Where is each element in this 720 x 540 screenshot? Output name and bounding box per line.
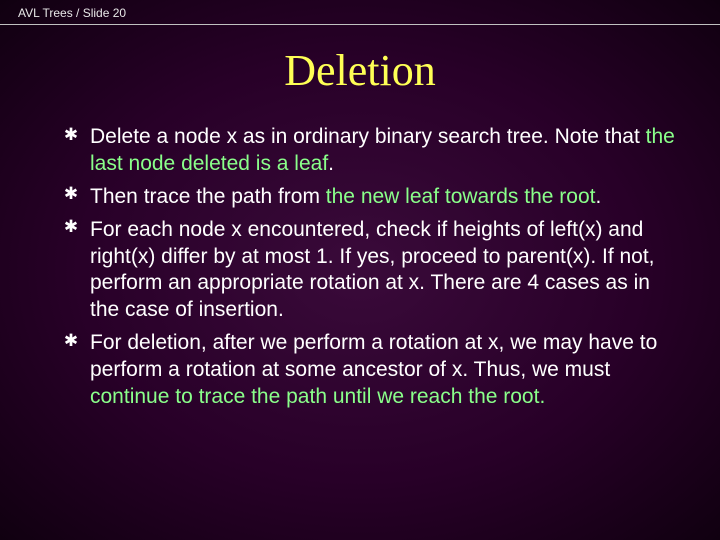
- bullet-item: ✱ Delete a node x as in ordinary binary s…: [64, 124, 684, 178]
- slide-title: Deletion: [0, 45, 720, 96]
- bullet-text: For deletion, after we perform a rotatio…: [90, 331, 657, 408]
- slide: AVL Trees / Slide 20 Deletion ✱ Delete a …: [0, 0, 720, 540]
- slide-body: ✱ Delete a node x as in ordinary binary s…: [0, 124, 720, 411]
- bullet-item: ✱ For each node x encountered, check if h…: [64, 217, 684, 325]
- bullet-item: ✱ Then trace the path from the new leaf t…: [64, 184, 684, 211]
- bullet-marker-icon: ✱: [64, 127, 78, 141]
- bullet-item: ✱ For deletion, after we perform a rotati…: [64, 330, 684, 411]
- bullet-text: For each node x encountered, check if he…: [90, 218, 655, 322]
- bullet-marker-icon: ✱: [64, 333, 78, 347]
- slide-header: AVL Trees / Slide 20: [0, 0, 720, 20]
- bullet-marker-icon: ✱: [64, 187, 78, 201]
- plain-text: .: [328, 152, 334, 175]
- plain-text: For each node x encountered, check if he…: [90, 218, 655, 322]
- highlight-text: continue to trace the path until we reac…: [90, 385, 545, 408]
- plain-text: Then trace the path from: [90, 185, 326, 208]
- bullet-text: Then trace the path from the new leaf to…: [90, 185, 601, 208]
- bullet-marker-icon: ✱: [64, 220, 78, 234]
- highlight-text: the new leaf towards the root: [326, 185, 596, 208]
- plain-text: .: [595, 185, 601, 208]
- plain-text: For deletion, after we perform a rotatio…: [90, 331, 657, 381]
- header-divider: [0, 24, 720, 25]
- header-left-text: AVL Trees / Slide 20: [18, 6, 126, 20]
- plain-text: Delete a node x as in ordinary binary se…: [90, 125, 646, 148]
- bullet-text: Delete a node x as in ordinary binary se…: [90, 125, 675, 175]
